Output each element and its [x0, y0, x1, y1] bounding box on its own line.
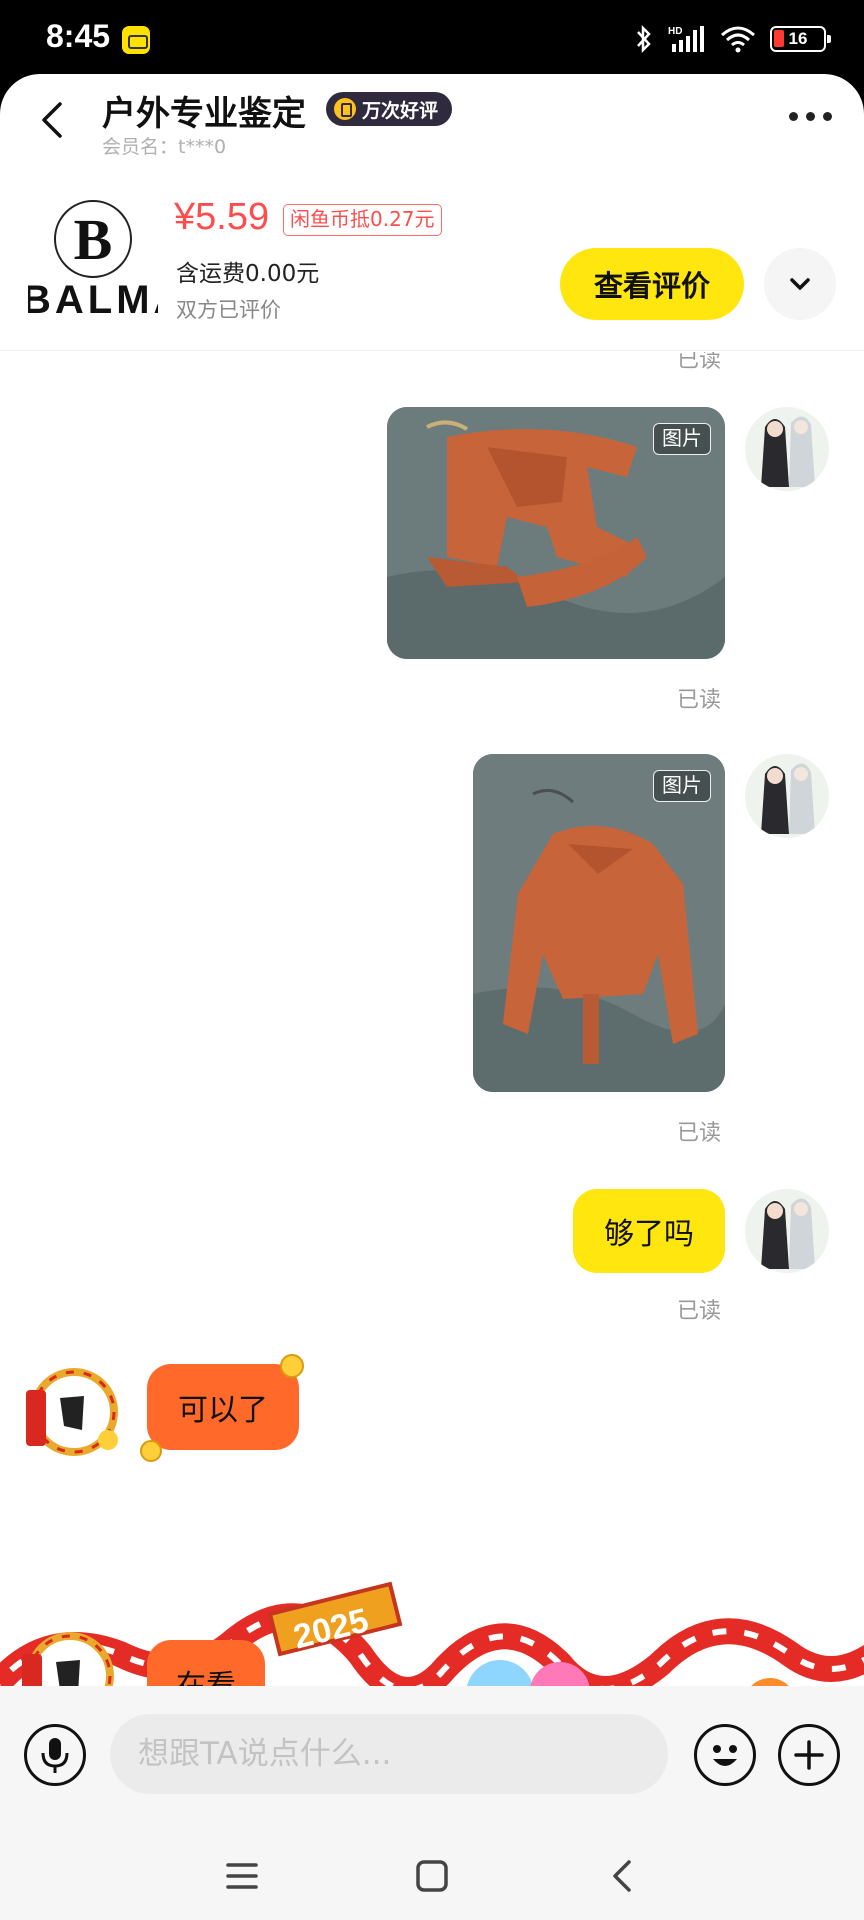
menu-icon [226, 1863, 258, 1889]
read-status: 已读 [677, 352, 722, 373]
member-name: 会员名：t***0 [102, 136, 227, 158]
chat-header: 户外专业鉴定 万次好评 会员名：t***0 [0, 74, 864, 174]
microphone-icon [41, 1738, 69, 1773]
back-triangle-icon [613, 1860, 631, 1892]
brand-logo: B [54, 200, 132, 278]
message-input-bar [0, 1686, 864, 1846]
text-message[interactable]: 可以了 [147, 1364, 299, 1450]
coin-decoration-icon [140, 1440, 162, 1462]
app-notification-icon [122, 26, 150, 54]
more-dot-icon [823, 112, 832, 121]
more-dot-icon [806, 112, 815, 121]
home-nav-button[interactable] [402, 1846, 462, 1906]
chevron-down-icon [790, 278, 810, 290]
more-dot-icon [789, 112, 798, 121]
smiley-icon [713, 1745, 737, 1766]
avatar-image [745, 1189, 829, 1273]
voice-button[interactable] [24, 1724, 86, 1786]
back-nav-button[interactable] [592, 1846, 652, 1906]
product-card[interactable]: B BALMAIN ¥5.59 闲鱼币抵0.27元 含运费0.00元 双方已评价… [0, 174, 864, 350]
read-status: 已读 [677, 1121, 722, 1146]
battery-icon: 16 [770, 26, 831, 52]
shipping-fee: 含运费0.00元 [176, 261, 320, 287]
chat-screen: 户外专业鉴定 万次好评 会员名：t***0 B BALMAIN ¥5.59 闲鱼… [0, 74, 864, 1920]
svg-text:HD: HD [668, 26, 682, 37]
jacket-photo [473, 754, 725, 1092]
wifi-icon [721, 26, 755, 53]
message-input[interactable] [110, 1714, 668, 1794]
emoji-button[interactable] [694, 1724, 756, 1786]
header-divider [0, 350, 864, 351]
review-status: 双方已评价 [176, 298, 281, 322]
avatar-image [745, 407, 829, 491]
status-bar: 8:45 HD 16 [0, 0, 864, 80]
more-actions-button[interactable] [778, 1724, 840, 1786]
menu-nav-button[interactable] [212, 1846, 272, 1906]
home-square-icon [416, 1860, 448, 1892]
image-message[interactable]: 图片 [473, 754, 725, 1092]
read-status: 已读 [677, 1299, 722, 1324]
brand-wordmark: BALMAIN [28, 278, 158, 318]
seller-avatar-image [26, 1368, 118, 1456]
bluetooth-icon [637, 24, 651, 54]
view-review-button[interactable]: 查看评价 [560, 248, 744, 320]
thumbs-up-icon [334, 98, 356, 120]
my-avatar[interactable] [745, 754, 829, 838]
status-time: 8:45 [46, 18, 111, 54]
signal-icon: HD [668, 26, 704, 52]
product-price: ¥5.59 [174, 196, 270, 238]
system-navigation-bar [0, 1846, 864, 1920]
expand-button[interactable] [764, 248, 836, 320]
back-button[interactable] [30, 96, 78, 144]
status-icons: HD 16 [634, 24, 831, 54]
rating-badge[interactable]: 万次好评 [326, 92, 453, 126]
coin-decoration-icon [280, 1354, 304, 1378]
product-thumbnail[interactable]: B BALMAIN [28, 198, 158, 318]
coin-discount-tag: 闲鱼币抵0.27元 [283, 204, 442, 236]
image-tag: 图片 [653, 770, 711, 802]
chevron-left-icon [42, 102, 62, 138]
my-avatar[interactable] [745, 1189, 829, 1273]
image-tag: 图片 [653, 423, 711, 455]
text-message[interactable]: 够了吗 [573, 1189, 725, 1273]
read-status: 已读 [677, 688, 722, 713]
more-options-button[interactable] [789, 112, 832, 121]
shop-name[interactable]: 户外专业鉴定 [102, 86, 306, 135]
avatar-image [745, 754, 829, 838]
battery-level: 16 [788, 29, 808, 48]
seller-avatar[interactable] [24, 1360, 124, 1460]
rating-badge-label: 万次好评 [362, 99, 439, 122]
plus-icon [794, 1740, 824, 1770]
image-message[interactable]: 图片 [387, 407, 725, 659]
my-avatar[interactable] [745, 407, 829, 491]
